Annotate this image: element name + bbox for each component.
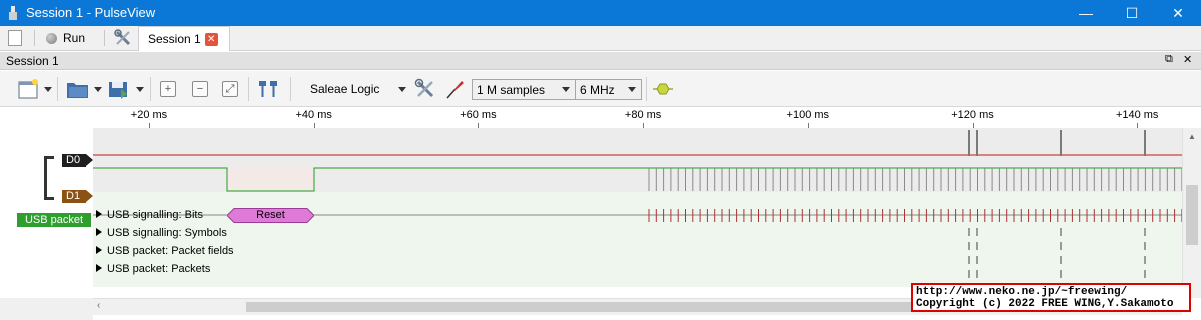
run-label: Run: [63, 31, 86, 45]
device-selector[interactable]: Saleae Logic: [310, 82, 379, 96]
main-toolbar: Run Session 1 ✕: [0, 26, 1201, 51]
new-session-icon[interactable]: [18, 79, 40, 99]
ruler-tick-label: +120 ms: [951, 109, 994, 121]
watermark-url: http://www.neko.ne.jp/~freewing/: [916, 286, 1128, 298]
minimize-button[interactable]: —: [1063, 0, 1109, 26]
scroll-up-icon[interactable]: ▲: [1188, 132, 1196, 141]
ruler-tick-label: +20 ms: [130, 109, 168, 121]
run-indicator-icon: [46, 32, 57, 44]
bottom-left-strip: [0, 298, 93, 320]
ruler-tick-label: +80 ms: [624, 109, 662, 121]
session-dock-header: Session 1 ⧉ ✕: [0, 52, 1201, 70]
sample-count-select[interactable]: 1 M samples: [472, 79, 576, 100]
settings-tools-icon[interactable]: [114, 29, 132, 47]
copyright-watermark: http://www.neko.ne.jp/~freewing/ Copyrig…: [911, 283, 1191, 312]
configure-device-icon[interactable]: [414, 78, 436, 99]
open-dropdown-icon[interactable]: [94, 79, 102, 99]
ruler-tick-label: +140 ms: [1115, 109, 1159, 121]
probe-channels-icon[interactable]: [444, 79, 466, 99]
add-decoder-icon[interactable]: [652, 79, 674, 99]
reset-annotation[interactable]: Reset: [226, 208, 315, 223]
decoder-row-bits[interactable]: USB signalling: Bits: [96, 209, 203, 221]
reset-annotation-label: Reset: [256, 209, 285, 221]
sample-count-value: 1 M samples: [477, 82, 546, 97]
session-toolbar: + − ⤢ Saleae Logic 1 M samples 6 MHz: [0, 71, 1201, 107]
channel-d0-label[interactable]: D0: [62, 154, 93, 167]
expand-arrow-icon[interactable]: [96, 228, 102, 236]
channel-d1-label[interactable]: D1: [62, 190, 93, 203]
toolbar-divider: [34, 30, 35, 46]
d1-low-region: [227, 168, 314, 192]
watermark-copyright: Copyright (c) 2022 FREE WING,Y.Sakamoto: [916, 298, 1174, 310]
vertical-scrollbar[interactable]: ▲: [1182, 128, 1201, 298]
title-bar: Session 1 - PulseView — ☐ ✕: [0, 0, 1201, 26]
window-title: Session 1 - PulseView: [26, 5, 156, 20]
float-dock-icon[interactable]: ⧉: [1165, 53, 1173, 66]
tab-session-1[interactable]: Session 1 ✕: [138, 26, 230, 51]
expand-arrow-icon[interactable]: [96, 246, 102, 254]
toolbar-divider: [248, 77, 249, 101]
new-view-icon[interactable]: [8, 29, 22, 47]
ruler-tick-label: +100 ms: [786, 109, 830, 121]
decoder-row-packet-fields[interactable]: USB packet: Packet fields: [96, 245, 234, 257]
time-ruler[interactable]: +20 ms +40 ms +60 ms +80 ms +100 ms +120 ms +1…: [0, 107, 1201, 128]
channel-group-bracket: [44, 156, 54, 200]
toolbar-divider: [290, 77, 291, 101]
expand-arrow-icon[interactable]: [96, 210, 102, 218]
maximize-button[interactable]: ☐: [1109, 0, 1155, 26]
scroll-left-icon[interactable]: ‹: [97, 300, 100, 311]
zoom-fit-icon[interactable]: ⤢: [222, 79, 238, 99]
samplerate-select[interactable]: 6 MHz: [575, 79, 642, 100]
expand-arrow-icon[interactable]: [96, 264, 102, 272]
session-title: Session 1: [6, 54, 59, 68]
ruler-tick-label: +60 ms: [460, 109, 497, 121]
pulseview-app-icon: [9, 6, 17, 20]
decoder-band-bg: [93, 192, 1182, 287]
open-file-icon[interactable]: [66, 79, 90, 99]
toolbar-divider: [646, 77, 647, 101]
toolbar-divider: [57, 77, 58, 101]
decoder-row-symbols[interactable]: USB signalling: Symbols: [96, 227, 227, 239]
samplerate-value: 6 MHz: [580, 82, 615, 97]
tab-session-label: Session 1: [148, 32, 201, 46]
zoom-out-icon[interactable]: −: [192, 79, 208, 99]
save-file-icon[interactable]: [107, 79, 131, 99]
zoom-in-icon[interactable]: +: [160, 79, 176, 99]
save-dropdown-icon[interactable]: [136, 79, 144, 99]
horizontal-scroll-thumb[interactable]: [246, 302, 946, 312]
vertical-scroll-thumb[interactable]: [1186, 185, 1198, 245]
toolbar-divider: [150, 77, 151, 101]
decoder-usb-packet-label[interactable]: USB packet: [17, 213, 91, 227]
tab-close-icon[interactable]: ✕: [204, 32, 218, 46]
close-dock-icon[interactable]: ✕: [1183, 53, 1192, 66]
device-dropdown-icon[interactable]: [398, 79, 406, 99]
run-button[interactable]: Run: [46, 29, 85, 47]
cursors-icon[interactable]: [257, 79, 279, 99]
ruler-tick-label: +40 ms: [295, 109, 332, 121]
decoder-row-packets[interactable]: USB packet: Packets: [96, 263, 210, 275]
new-session-dropdown-icon[interactable]: [44, 79, 52, 99]
close-window-button[interactable]: ✕: [1155, 0, 1201, 26]
toolbar-divider: [104, 30, 105, 46]
